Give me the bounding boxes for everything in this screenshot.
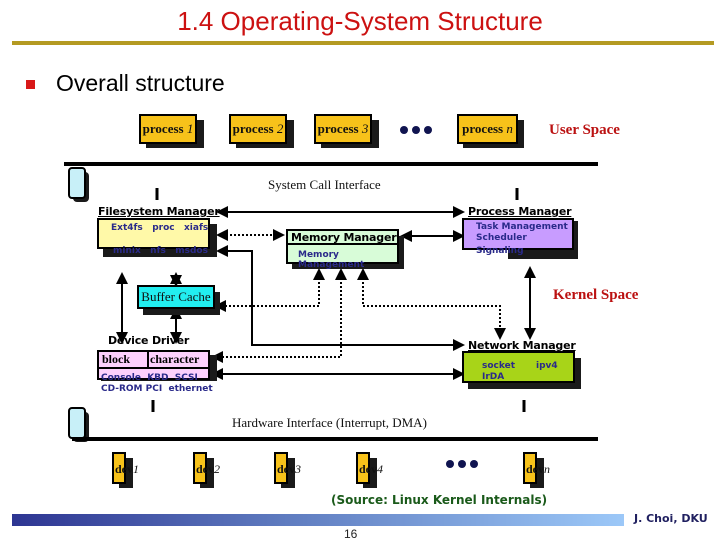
- dev-index: 2: [214, 462, 220, 476]
- footer-gradient-bar: [12, 514, 624, 526]
- hardware-interface-label: Hardware Interface (Interrupt, DMA): [232, 415, 427, 430]
- user-space-label: User Space: [549, 122, 620, 138]
- character-driver-label: character: [150, 352, 200, 366]
- device-driver-header: block character: [99, 352, 208, 369]
- memory-management-text: Memory Management: [298, 250, 365, 270]
- process-1-box: process 1: [139, 114, 197, 144]
- irda-text: IrDA: [482, 372, 505, 382]
- process-label: process: [232, 121, 274, 136]
- signaling-text: Signaling: [476, 246, 524, 256]
- dev-index: 4: [377, 462, 383, 476]
- filesystem-types-line1: Ext4fs proc xiafs: [111, 223, 209, 233]
- device-list-line1: Console KBD SCSI: [101, 373, 198, 383]
- device-driver-label: Device Driver: [108, 334, 190, 347]
- network-manager-box: socket ipv4 IrDA: [462, 351, 575, 383]
- filesystem-types-line2: minix nfs msdos: [113, 246, 208, 256]
- dev-index: 3: [295, 462, 301, 476]
- memory-manager-box: Memory Manager Memory Management: [286, 229, 399, 270]
- dev-label: dev: [196, 462, 214, 476]
- dev-1-box: dev1: [112, 452, 139, 484]
- dev-label: dev: [277, 462, 295, 476]
- memory-network-link: [357, 268, 506, 340]
- buffer-cache-box: Buffer Cache: [137, 285, 215, 309]
- scheduler-text: Scheduler: [476, 233, 527, 243]
- system-call-bar: [64, 162, 598, 166]
- storage-cylinder-icon: [68, 167, 86, 199]
- device-list-line2: CD-ROM PCI ethernet: [101, 384, 213, 394]
- author-credit: J. Choi, DKU: [634, 512, 708, 525]
- socket-text: socket: [482, 361, 516, 371]
- slide: 1.4 Operating-System Structure Overall s…: [0, 0, 720, 540]
- memory-buffer-link: [214, 268, 325, 312]
- process-manager-label: Process Manager: [468, 205, 572, 218]
- task-management-text: Task Management: [476, 222, 568, 232]
- ellipsis-dots-icon: [400, 126, 432, 134]
- memory-manager-label: Memory Manager: [288, 231, 397, 245]
- process-label: process: [317, 121, 359, 136]
- dev-n-box: devn: [523, 452, 550, 484]
- process-index: 1: [186, 121, 194, 136]
- process-index: 2: [276, 121, 284, 136]
- block-driver-label: block: [102, 352, 149, 367]
- source-citation: (Source: Linux Kernel Internals): [331, 493, 548, 507]
- dev-2-box: dev2: [193, 452, 220, 484]
- dev-label: dev: [359, 462, 377, 476]
- process-index: n: [506, 121, 513, 136]
- process-label: process: [462, 121, 504, 136]
- dev-index: 1: [133, 462, 139, 476]
- memory-device-link: [211, 268, 347, 363]
- filesystem-box: Ext4fs proc xiafs: [97, 218, 210, 249]
- process-label: process: [142, 121, 184, 136]
- dev-index: n: [544, 462, 550, 476]
- process-3-box: process 3: [314, 114, 372, 144]
- ipv4-text: ipv4: [536, 361, 558, 371]
- filesystem-manager-label: Filesystem Manager: [98, 205, 220, 218]
- hardware-bus-bar: [72, 437, 598, 441]
- process-n-box: process n: [457, 114, 518, 144]
- kernel-space-label: Kernel Space: [553, 287, 639, 303]
- page-number: 16: [344, 527, 358, 540]
- dev-4-box: dev4: [356, 452, 383, 484]
- dev-3-box: dev3: [274, 452, 301, 484]
- device-ellipsis-dots-icon: [446, 460, 478, 468]
- process-index: 3: [361, 121, 369, 136]
- hw-storage-cylinder-icon: [68, 407, 86, 439]
- buffer-cache-label: Buffer Cache: [141, 289, 211, 304]
- dev-label: dev: [115, 462, 133, 476]
- process-2-box: process 2: [229, 114, 287, 144]
- system-call-interface-label: System Call Interface: [268, 177, 381, 192]
- dev-label: dev: [526, 462, 544, 476]
